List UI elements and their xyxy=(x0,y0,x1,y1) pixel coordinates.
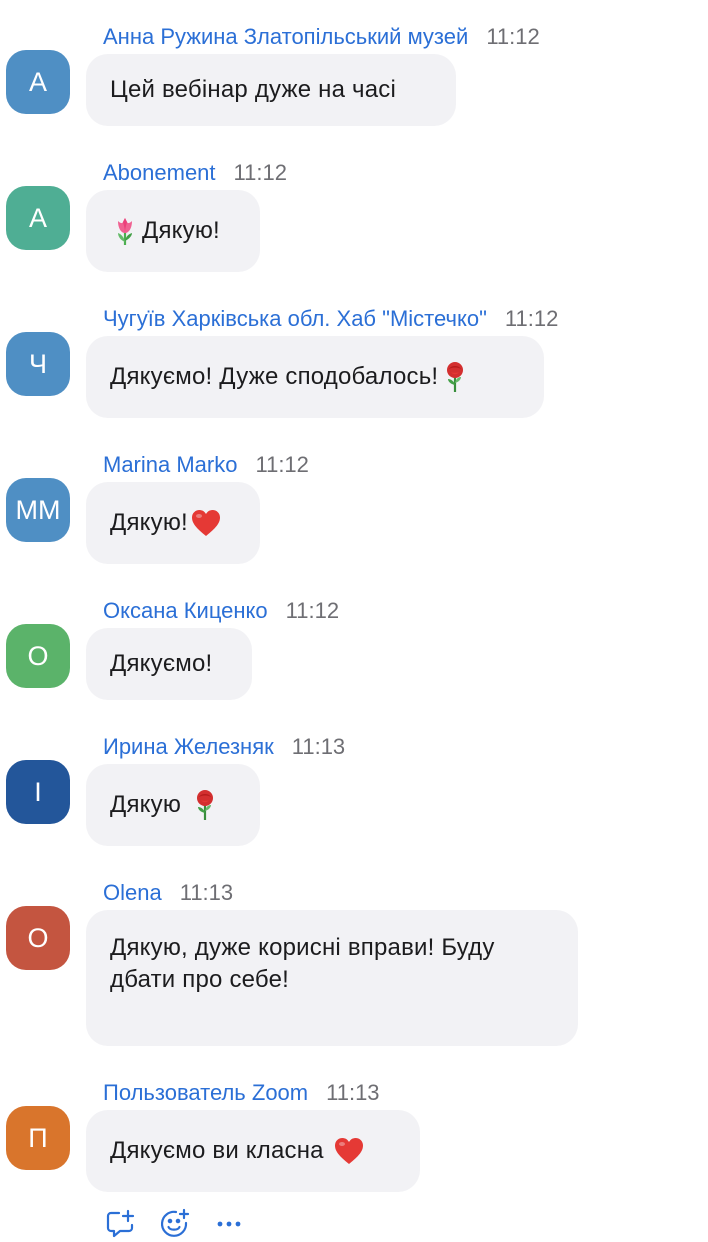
message-header: Оксана Киценко 11:12 xyxy=(103,598,339,624)
message-header: Чугуїв Харківська обл. Хаб "Містечко" 11:… xyxy=(103,306,558,332)
message-text: Дякую, дуже корисні вправи! Буду дбати п… xyxy=(110,934,495,993)
message-text: Дякую xyxy=(110,791,188,818)
message-header: Abonement 11:12 xyxy=(103,160,287,186)
more-icon[interactable] xyxy=(211,1206,247,1242)
message-bubble[interactable]: Дякуємо ви класна xyxy=(86,1110,420,1192)
message-bubble[interactable]: Дякую xyxy=(86,764,260,846)
message-header: Marina Marko 11:12 xyxy=(103,452,309,478)
rose-emoji xyxy=(190,789,220,821)
reply-icon[interactable] xyxy=(103,1206,139,1242)
avatar-initials: І xyxy=(34,776,42,807)
avatar: О xyxy=(6,624,70,688)
avatar: І xyxy=(6,760,70,824)
heart-emoji xyxy=(333,1136,365,1166)
message-header: Пользователь Zoom 11:13 xyxy=(103,1080,380,1106)
message-time: 11:13 xyxy=(179,880,234,905)
message-actions-toolbar xyxy=(103,1206,265,1242)
message-bubble[interactable]: Дякуємо! Дуже сподобалось! xyxy=(86,336,544,418)
avatar: О xyxy=(6,906,70,970)
message-bubble[interactable]: Дякую! xyxy=(86,190,260,272)
avatar-initials: А xyxy=(28,202,47,233)
avatar: П xyxy=(6,1106,70,1170)
sender-name[interactable]: Пользователь Zoom xyxy=(103,1080,308,1105)
message-bubble[interactable]: Дякую, дуже корисні вправи! Буду дбати п… xyxy=(86,910,578,1046)
avatar-initials: Ч xyxy=(29,348,47,379)
message-time: 11:13 xyxy=(326,1080,380,1105)
avatar-initials: А xyxy=(28,66,47,97)
sender-name[interactable]: Анна Ружина Златопільський музей xyxy=(103,24,468,49)
message-bubble[interactable]: Цей вебінар дуже на часі xyxy=(86,54,456,126)
avatar: А xyxy=(6,186,70,250)
sender-name[interactable]: Marina Marko xyxy=(103,452,237,477)
avatar-initials: О xyxy=(27,640,49,671)
avatar: А xyxy=(6,50,70,114)
message-header: Анна Ружина Златопільський музей 11:12 xyxy=(103,24,540,50)
message-time: 11:12 xyxy=(255,452,309,477)
sender-name[interactable]: Abonement xyxy=(103,160,216,185)
avatar: Ч xyxy=(6,332,70,396)
message-text: Дякую! xyxy=(110,509,188,536)
message-time: 11:12 xyxy=(486,24,540,49)
message-bubble[interactable]: Дякуємо! xyxy=(86,628,252,700)
message-text: Дякуємо! xyxy=(110,650,213,677)
sender-name[interactable]: Оксана Киценко xyxy=(103,598,268,623)
sender-name[interactable]: Чугуїв Харківська обл. Хаб "Містечко" xyxy=(103,306,487,331)
message-header: Olena 11:13 xyxy=(103,880,233,906)
tulip-emoji xyxy=(110,216,140,246)
message-text: Дякую! xyxy=(142,217,220,244)
avatar-initials: MM xyxy=(15,494,61,525)
avatar-initials: П xyxy=(28,1122,48,1153)
rose-emoji xyxy=(440,361,470,393)
message-time: 11:13 xyxy=(291,734,346,759)
message-text: Цей вебінар дуже на часі xyxy=(110,76,397,103)
heart-emoji xyxy=(190,508,222,538)
message-time: 11:12 xyxy=(285,598,340,623)
message-header: Ирина Железняк 11:13 xyxy=(103,734,345,760)
sender-name[interactable]: Olena xyxy=(103,880,162,905)
add-reaction-icon[interactable] xyxy=(157,1206,193,1242)
sender-name[interactable]: Ирина Железняк xyxy=(103,734,274,759)
message-text: Дякуємо! Дуже сподобалось! xyxy=(110,363,439,390)
message-time: 11:12 xyxy=(504,306,559,331)
message-bubble[interactable]: Дякую! xyxy=(86,482,260,564)
avatar: MM xyxy=(6,478,70,542)
message-text: Дякуємо ви класна xyxy=(110,1137,331,1164)
avatar-initials: О xyxy=(27,922,49,953)
message-time: 11:12 xyxy=(233,160,287,185)
